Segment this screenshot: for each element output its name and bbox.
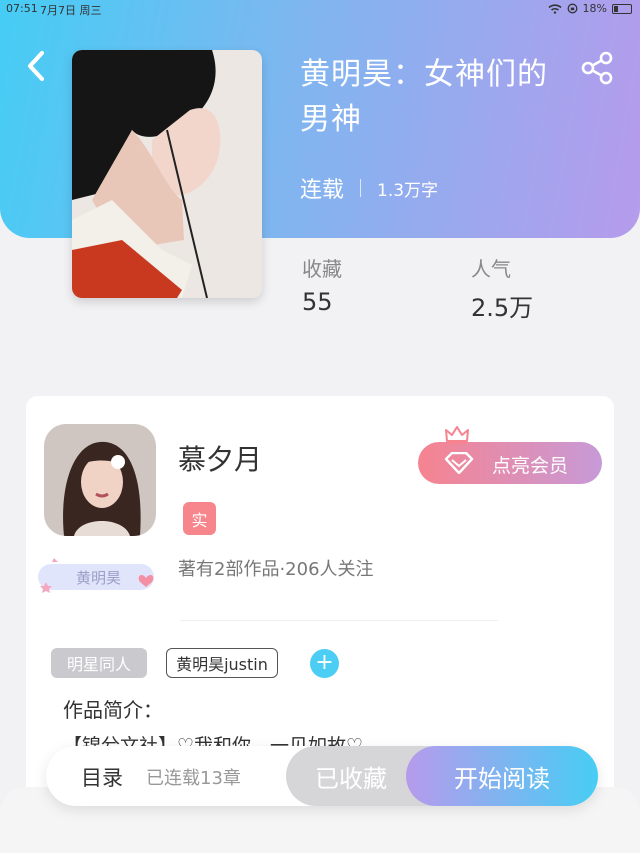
vip-button-label: 点亮会员 — [492, 455, 569, 477]
serial-status: 连载 — [300, 178, 345, 203]
status-bar: 07:51 7月7日 周三 18% — [0, 0, 640, 18]
book-title: 黄明昊：女神们的男神 — [300, 57, 548, 137]
stat-popularity: 人气 2.5万 — [471, 253, 533, 323]
author-avatar[interactable] — [44, 424, 156, 536]
battery-icon — [612, 3, 632, 14]
intro-title: 作品简介： — [63, 698, 163, 722]
verified-badge: 实 — [183, 502, 216, 535]
bottom-action-bar: 目录 已连载13章 已收藏 开始阅读 — [46, 746, 598, 806]
battery-percent: 18% — [582, 2, 607, 15]
cover-image — [72, 50, 262, 298]
vip-button[interactable]: 点亮会员 — [418, 426, 602, 484]
status-right: 18% — [548, 2, 632, 15]
crown-icon — [445, 426, 469, 444]
status-divider — [360, 179, 362, 197]
lock-rotation-icon — [567, 3, 577, 14]
author-name[interactable]: 慕夕月 — [178, 438, 262, 478]
status-date: 7月7日 周三 — [40, 4, 102, 17]
stat-value: 55 — [302, 288, 333, 316]
word-count: 1.3万字 — [377, 180, 439, 201]
add-tag-button[interactable]: + — [310, 649, 339, 678]
start-reading-button[interactable]: 开始阅读 — [406, 746, 598, 806]
author-meta: 著有2部作品·206人关注 — [178, 559, 374, 580]
chapter-count[interactable]: 已连载13章 — [146, 764, 241, 790]
tag-celebrity-fanfic[interactable]: 明星同人 — [51, 648, 147, 678]
stat-label: 收藏 — [302, 257, 342, 281]
fan-badge: 黄明昊 — [36, 556, 162, 594]
wifi-icon — [548, 3, 562, 14]
tag-huang-minghao[interactable]: 黄明昊justin — [166, 648, 278, 678]
stat-favorites: 收藏 55 — [302, 253, 342, 316]
fan-badge-label: 黄明昊 — [76, 569, 122, 587]
book-cover[interactable] — [72, 50, 262, 298]
stat-value: 2.5万 — [471, 294, 534, 322]
back-arrow-icon[interactable] — [22, 48, 52, 84]
avatar-image — [44, 424, 156, 536]
status-time: 07:51 — [6, 2, 38, 15]
book-status-row: 连载 1.3万字 — [300, 172, 438, 204]
diamond-icon — [444, 452, 474, 474]
divider — [180, 620, 498, 621]
toc-button[interactable]: 目录 — [81, 762, 123, 792]
share-icon[interactable] — [580, 50, 616, 86]
stat-label: 人气 — [471, 257, 511, 281]
